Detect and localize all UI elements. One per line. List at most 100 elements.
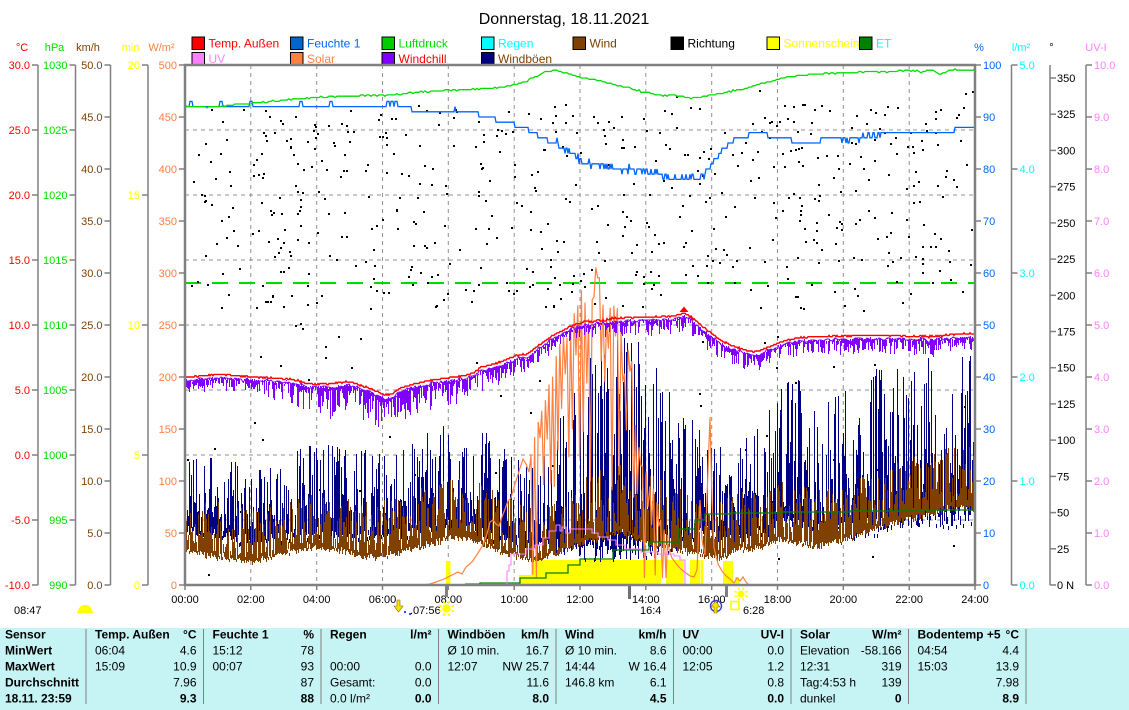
- svg-text:87: 87: [301, 676, 315, 690]
- svg-text:5.0: 5.0: [87, 528, 102, 540]
- svg-text:l/m²: l/m²: [1012, 42, 1031, 54]
- svg-text:15:12: 15:12: [213, 644, 243, 658]
- svg-text:30.0: 30.0: [9, 60, 30, 72]
- svg-text:W/m²: W/m²: [148, 42, 175, 54]
- svg-text:00:00: 00:00: [683, 644, 713, 658]
- svg-text:3.0: 3.0: [1094, 424, 1109, 436]
- svg-text:Regen: Regen: [498, 37, 533, 51]
- svg-text:2.0: 2.0: [1020, 372, 1035, 384]
- svg-text:Luftdruck: Luftdruck: [399, 37, 449, 51]
- svg-text:350: 350: [1057, 73, 1075, 85]
- svg-text:02:00: 02:00: [237, 594, 265, 606]
- svg-text:Ø 10 min.: Ø 10 min.: [448, 644, 500, 658]
- svg-text:990: 990: [49, 580, 67, 592]
- svg-text:5.0: 5.0: [1020, 60, 1035, 72]
- svg-text:0: 0: [171, 580, 177, 592]
- svg-text:Temp. Außen: Temp. Außen: [95, 628, 170, 642]
- svg-text:16.7: 16.7: [526, 644, 550, 658]
- svg-text:%: %: [303, 628, 314, 642]
- svg-text:35.0: 35.0: [81, 216, 102, 228]
- svg-text:4.4: 4.4: [1002, 644, 1019, 658]
- svg-text:2.0: 2.0: [1094, 476, 1109, 488]
- svg-text:18:00: 18:00: [764, 594, 792, 606]
- svg-text:5.0: 5.0: [1094, 320, 1109, 332]
- svg-text:90: 90: [983, 112, 995, 124]
- svg-text:1020: 1020: [43, 190, 67, 202]
- svg-text:4.6: 4.6: [180, 644, 197, 658]
- svg-text:0: 0: [983, 580, 989, 592]
- svg-text:93: 93: [301, 660, 315, 674]
- svg-text:°C: °C: [1006, 628, 1020, 642]
- svg-text:4.0: 4.0: [1094, 372, 1109, 384]
- svg-text:1010: 1010: [43, 320, 67, 332]
- svg-text:14:44: 14:44: [565, 660, 595, 674]
- svg-text:450: 450: [159, 112, 177, 124]
- svg-text:1000: 1000: [43, 450, 67, 462]
- svg-text:Elevation: Elevation: [800, 644, 849, 658]
- svg-text:13.9: 13.9: [996, 660, 1020, 674]
- svg-text:250: 250: [159, 320, 177, 332]
- svg-text:Sonnenschein: Sonnenschein: [784, 37, 860, 51]
- svg-text:8.0: 8.0: [1094, 164, 1109, 176]
- svg-text:12:05: 12:05: [683, 660, 713, 674]
- svg-text:400: 400: [159, 164, 177, 176]
- svg-text:20: 20: [128, 60, 140, 72]
- svg-text:°C: °C: [183, 628, 197, 642]
- svg-text:km/h: km/h: [638, 628, 666, 642]
- svg-text:04:00: 04:00: [303, 594, 331, 606]
- svg-text:Gesamt:: Gesamt:: [330, 676, 375, 690]
- svg-text:3.0: 3.0: [1020, 268, 1035, 280]
- svg-text:100: 100: [1057, 435, 1075, 447]
- svg-text:30.0: 30.0: [81, 268, 102, 280]
- svg-text:995: 995: [49, 515, 67, 527]
- svg-text:50: 50: [165, 528, 177, 540]
- svg-text:0.0: 0.0: [415, 660, 432, 674]
- svg-text:10.0: 10.0: [81, 476, 102, 488]
- svg-text:-10.0: -10.0: [5, 580, 30, 592]
- svg-text:0.0: 0.0: [87, 580, 102, 592]
- svg-text:00:00: 00:00: [171, 594, 199, 606]
- svg-text:1025: 1025: [43, 125, 67, 137]
- svg-text:1030: 1030: [43, 60, 67, 72]
- svg-text:00:07: 00:07: [213, 660, 243, 674]
- svg-text:Wind: Wind: [590, 37, 617, 51]
- svg-text:1.0: 1.0: [1094, 528, 1109, 540]
- svg-text:10:00: 10:00: [500, 594, 528, 606]
- svg-text:1.2: 1.2: [767, 660, 784, 674]
- svg-text:04:54: 04:54: [918, 644, 948, 658]
- svg-text:-58.166: -58.166: [861, 644, 902, 658]
- svg-text:8.0: 8.0: [532, 692, 549, 706]
- svg-text:319: 319: [881, 660, 901, 674]
- svg-text:225: 225: [1057, 254, 1075, 266]
- svg-text:6:28: 6:28: [743, 605, 764, 617]
- svg-text:10: 10: [983, 528, 995, 540]
- svg-text:125: 125: [1057, 399, 1075, 411]
- svg-text:20:00: 20:00: [830, 594, 858, 606]
- svg-text:10.0: 10.0: [9, 320, 30, 332]
- svg-text:0.0: 0.0: [415, 676, 432, 690]
- svg-text:0.0: 0.0: [1020, 580, 1035, 592]
- svg-text:88: 88: [301, 692, 315, 706]
- svg-text:60: 60: [983, 268, 995, 280]
- svg-text:40: 40: [983, 372, 995, 384]
- svg-text:0.0 l/m²: 0.0 l/m²: [330, 692, 370, 706]
- svg-text:Regen: Regen: [330, 628, 367, 642]
- svg-text:100: 100: [983, 60, 1001, 72]
- svg-text:4.0: 4.0: [1020, 164, 1035, 176]
- svg-text:200: 200: [159, 372, 177, 384]
- svg-text:0.0: 0.0: [767, 644, 784, 658]
- svg-text:15: 15: [128, 190, 140, 202]
- svg-text:300: 300: [159, 268, 177, 280]
- svg-text:MaxWert: MaxWert: [5, 660, 55, 674]
- svg-text:150: 150: [159, 424, 177, 436]
- svg-text:Wind: Wind: [565, 628, 594, 642]
- svg-text:08:47: 08:47: [14, 605, 42, 617]
- svg-text:hPa: hPa: [45, 42, 65, 54]
- svg-text:25.0: 25.0: [9, 125, 30, 137]
- svg-text:UV-I: UV-I: [1085, 42, 1106, 54]
- svg-text:325: 325: [1057, 109, 1075, 121]
- svg-text:8.6: 8.6: [650, 644, 667, 658]
- svg-text:20.0: 20.0: [9, 190, 30, 202]
- svg-text:10.0: 10.0: [1094, 60, 1115, 72]
- svg-text:00:00: 00:00: [330, 660, 360, 674]
